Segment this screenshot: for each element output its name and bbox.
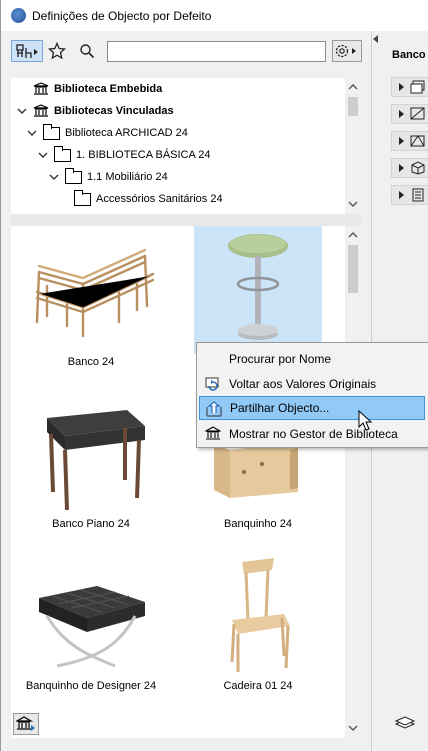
- settings-gear-icon: [335, 44, 356, 58]
- library-manager-icon: [205, 426, 221, 440]
- folder-icon: [43, 123, 60, 140]
- reset-icon: [205, 377, 219, 391]
- menu-item-label: Voltar aos Valores Originais: [229, 377, 377, 391]
- expand-arrow-icon: [399, 191, 404, 199]
- menu-item-label: Partilhar Objecto...: [230, 401, 330, 415]
- grid-scroll-thumb[interactable]: [348, 245, 358, 293]
- scroll-up-arrow-icon[interactable]: [346, 80, 360, 94]
- tree-item-label: 1.1 Mobiliário 24: [87, 171, 168, 183]
- menu-item-show-in-library-manager[interactable]: Mostrar no Gestor de Biblioteca: [199, 422, 425, 446]
- scroll-down-arrow-icon[interactable]: [346, 721, 360, 735]
- object-label: Cadeira 01 24: [223, 680, 293, 692]
- panel-section-preview[interactable]: [391, 77, 428, 97]
- tree-item-sanitary-accessories[interactable]: Accessórios Sanitários 24: [74, 188, 223, 210]
- scroll-down-arrow-icon[interactable]: [346, 197, 360, 211]
- folder-icon: [74, 189, 91, 206]
- library-icon: [33, 104, 49, 117]
- library-folder-tree: Biblioteca Embebida Bibliotecas Vinculad…: [11, 78, 361, 214]
- piano-bench-thumbnail: [47, 410, 145, 511]
- search-icon: [80, 44, 95, 59]
- search-input[interactable]: [107, 41, 326, 62]
- floor-plan-panel-icon: [410, 107, 425, 120]
- folder-icon: [65, 167, 82, 184]
- library-objects-button[interactable]: [11, 40, 43, 62]
- layers-icon[interactable]: [394, 715, 416, 731]
- context-menu: Procurar por Nome Voltar aos Valores Ori…: [196, 342, 428, 448]
- library-manager-icon: [16, 716, 35, 731]
- grid-scrollbar[interactable]: [345, 226, 361, 738]
- designer-stool-thumbnail: [39, 586, 145, 668]
- object-label: Banco Piano 24: [52, 518, 130, 530]
- panel-section-3d[interactable]: [391, 158, 428, 178]
- tree-scroll-thumb[interactable]: [348, 97, 358, 116]
- tree-item-furniture[interactable]: 1.1 Mobiliário 24: [49, 166, 168, 188]
- expand-arrow-icon: [399, 137, 404, 145]
- expand-arrow-icon: [399, 110, 404, 118]
- panel-section-model[interactable]: [391, 131, 428, 151]
- selected-object-name: Banco 2: [392, 49, 428, 61]
- model-panel-icon: [410, 135, 425, 147]
- chevron-down-icon[interactable]: [49, 172, 59, 182]
- bench-thumbnail: [35, 248, 155, 338]
- tree-item-label: Biblioteca ARCHICAD 24: [65, 127, 188, 139]
- search-button[interactable]: [75, 40, 99, 62]
- archicad-app-icon: [11, 8, 26, 23]
- tree-item-label: Bibliotecas Vinculadas: [54, 105, 174, 117]
- chevron-down-icon[interactable]: [17, 106, 27, 116]
- share-icon: [206, 401, 222, 417]
- favorites-star-icon: [48, 42, 66, 60]
- mouse-cursor-icon: [358, 410, 372, 431]
- tree-scrollbar[interactable]: [345, 78, 361, 214]
- bar-stool-thumbnail: [228, 234, 288, 340]
- folder-icon: [54, 145, 71, 162]
- preview-panel-icon: [410, 80, 425, 94]
- panel-section-listing[interactable]: [391, 185, 428, 205]
- scroll-up-arrow-icon[interactable]: [346, 228, 360, 242]
- 3d-panel-icon: [411, 161, 425, 175]
- chair-thumbnail: [230, 558, 290, 672]
- library-icon: [33, 82, 49, 95]
- expand-arrow-icon: [399, 164, 404, 172]
- object-label: Banco 24: [67, 356, 115, 368]
- listing-panel-icon: [412, 188, 424, 202]
- menu-item-label: Mostrar no Gestor de Biblioteca: [229, 427, 398, 441]
- settings-button[interactable]: [332, 40, 362, 62]
- window-title: Definições de Objecto por Defeito: [32, 9, 212, 23]
- object-item-bar-stool[interactable]: [194, 226, 322, 354]
- collapse-arrow-icon[interactable]: [373, 35, 379, 43]
- menu-item-share-object[interactable]: Partilhar Objecto...: [199, 396, 425, 420]
- menu-item-label: Procurar por Nome: [229, 352, 332, 366]
- menu-item-find-by-name[interactable]: Procurar por Nome: [199, 347, 425, 371]
- tree-item-embedded-library[interactable]: Biblioteca Embebida: [33, 78, 162, 100]
- tree-item-label: Biblioteca Embebida: [54, 83, 163, 95]
- object-label: Banquinho 24: [224, 518, 292, 530]
- tree-item-basic-library[interactable]: 1. BIBLIOTECA BÁSICA 24: [38, 144, 211, 166]
- library-objects-icon: [16, 44, 38, 58]
- menu-item-reset-to-defaults[interactable]: Voltar aos Valores Originais: [199, 372, 425, 396]
- object-label: Banquinho de Designer 24: [25, 680, 157, 692]
- title-bar: Definições de Objecto por Defeito: [1, 0, 428, 31]
- default-object-settings-window: Definições de Objecto por Defeito Biblio…: [0, 0, 428, 751]
- tree-item-label: Accessórios Sanitários 24: [96, 193, 223, 205]
- favorites-button[interactable]: [45, 40, 69, 62]
- tree-item-label: 1. BIBLIOTECA BÁSICA 24: [76, 149, 211, 161]
- tree-item-archicad-library[interactable]: Biblioteca ARCHICAD 24: [27, 122, 188, 144]
- panel-section-floor-plan[interactable]: [391, 104, 428, 124]
- tree-item-linked-libraries[interactable]: Bibliotecas Vinculadas: [17, 100, 174, 122]
- object-thumbnail-grid: Banco 24 Banco Piano 24 Banquinho 24 Ban…: [11, 226, 361, 738]
- panel-splitter[interactable]: [11, 214, 361, 226]
- library-manager-button[interactable]: [13, 713, 39, 735]
- chevron-down-icon[interactable]: [38, 150, 48, 160]
- chevron-down-icon[interactable]: [27, 128, 37, 138]
- expand-arrow-icon: [399, 83, 404, 91]
